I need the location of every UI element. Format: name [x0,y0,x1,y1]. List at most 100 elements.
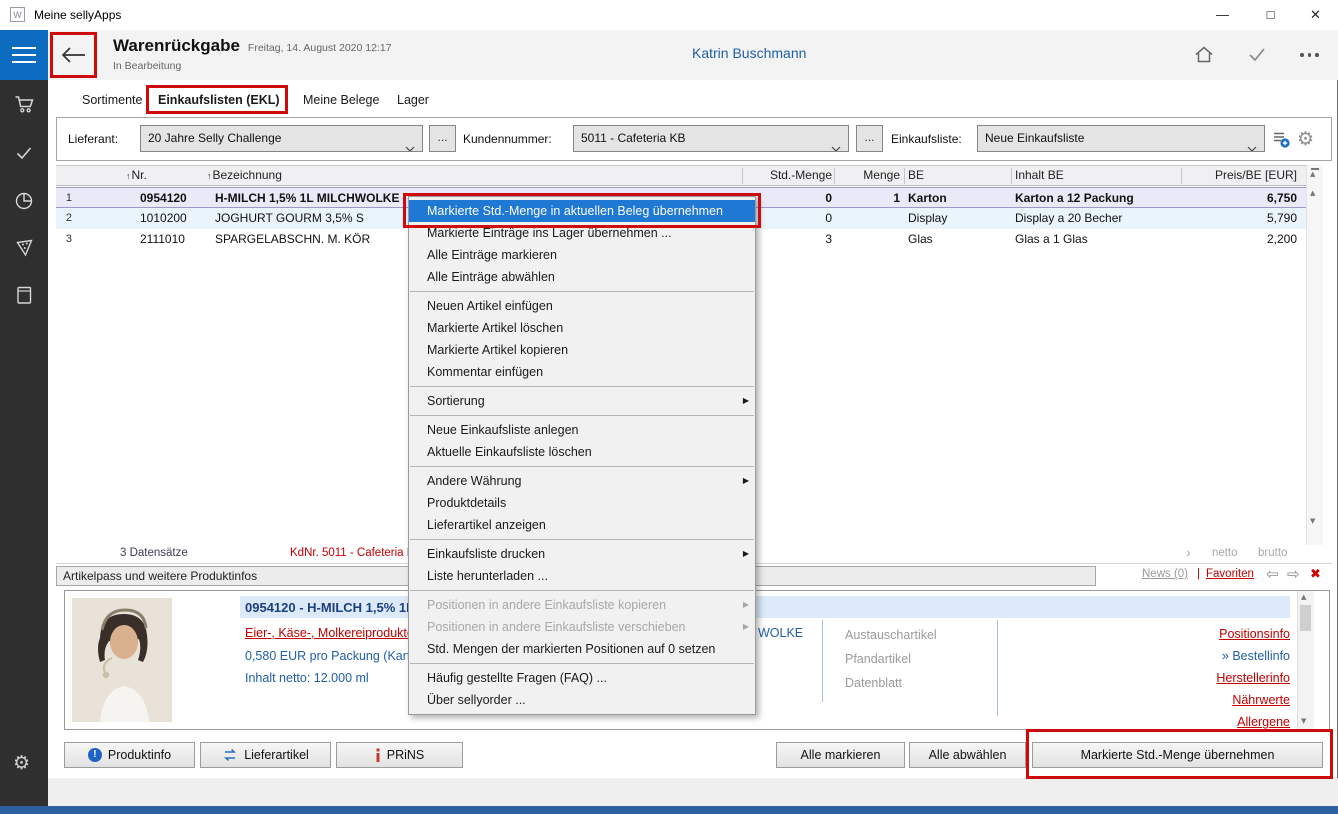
einkaufsliste-dropdown[interactable]: Neue Einkaufsliste [977,125,1265,152]
home-button[interactable] [1192,42,1216,71]
alle-abwaehlen-button[interactable]: Alle abwählen [909,742,1026,768]
close-panel-icon[interactable]: ✖ [1310,567,1321,582]
menu-item[interactable]: Markierte Artikel löschen [409,317,755,339]
menu-item[interactable]: Einkaufsliste drucken▶ [409,543,755,565]
menu-item[interactable]: Über sellyorder ... [409,689,755,711]
menu-item[interactable]: Alle Einträge markieren [409,244,755,266]
menu-item[interactable]: Neue Einkaufsliste anlegen [409,419,755,441]
book-icon [13,284,35,306]
category-link[interactable]: Eier-, Käse-, Molkereiprodukte [245,626,414,640]
menu-item[interactable]: Liste herunterladen ... [409,565,755,587]
kundennummer-dropdown[interactable]: 5011 - Cafeteria KB [573,125,849,152]
favoriten-link[interactable]: Favoriten [1206,568,1254,580]
list-settings-button[interactable]: ⚙ [1297,128,1314,150]
kundennummer-more-button[interactable]: ... [856,125,883,152]
menu-item[interactable]: Positionen in andere Einkaufsliste versc… [409,616,755,638]
sidebar-item-catalog[interactable] [13,284,35,311]
netto-toggle[interactable]: netto [1212,547,1238,559]
new-list-button[interactable] [1271,129,1291,154]
sidebar-settings-button[interactable]: ⚙ [13,752,30,774]
tab-lager[interactable]: Lager [397,93,429,107]
menu-item[interactable]: Markierte Std.-Menge in aktuellen Beleg … [409,200,755,222]
menu-item[interactable]: Markierte Einträge ins Lager übernehmen … [409,222,755,244]
hscroll-right-icon[interactable]: › [1186,544,1191,560]
table-scrollbar[interactable]: ▲ ▲ ▼ [1306,165,1323,545]
prins-button[interactable]: PRiNS [336,742,463,768]
product-tab-link[interactable]: Austauschartikel [845,623,937,647]
prins-info-icon [375,748,381,762]
menu-item[interactable]: Lieferartikel anzeigen [409,514,755,536]
check-icon [1246,44,1268,64]
divider [997,620,998,716]
uebernehmen-button[interactable]: Markierte Std.-Menge übernehmen [1032,742,1323,768]
sidebar-item-statistics[interactable] [13,189,35,216]
menu-item[interactable]: Neuen Artikel einfügen [409,295,755,317]
back-button[interactable] [58,44,88,71]
column-header-menge[interactable]: Menge [836,168,900,182]
more-options-button[interactable] [1300,53,1319,57]
column-header-bezeichnung[interactable]: ↑Bezeichnung [207,168,282,182]
sidebar-item-cart[interactable] [13,93,35,120]
table-cell-preis: 5,790 [1186,208,1297,229]
column-header-be[interactable]: BE [908,168,924,182]
tab-einkaufslisten[interactable]: Einkaufslisten (EKL) [158,93,280,107]
tab-meine-belege[interactable]: Meine Belege [303,93,379,107]
product-info-link[interactable]: Herstellerinfo [1040,667,1290,689]
product-content: Inhalt netto: 12.000 ml [245,671,369,685]
column-header-preis[interactable]: Preis/BE [EUR] [1186,168,1297,182]
lieferant-label: Lieferant: [68,132,118,146]
sidebar: ⚙ [0,80,48,806]
context-menu: Markierte Std.-Menge in aktuellen Beleg … [408,196,756,715]
submenu-arrow-icon: ▶ [743,390,749,412]
tab-sortimente[interactable]: Sortimente [82,93,142,107]
user-name[interactable]: Katrin Buschmann [692,45,806,61]
product-info-link[interactable]: Nährwerte [1040,689,1290,711]
menu-item[interactable]: Aktuelle Einkaufsliste löschen [409,441,755,463]
menu-item[interactable]: Sortierung▶ [409,390,755,412]
prev-arrow-icon[interactable]: ⇦ [1266,565,1279,583]
column-header-nr[interactable]: ↑Nr. [126,168,147,182]
menu-item[interactable]: Markierte Artikel kopieren [409,339,755,361]
product-info-link[interactable]: » Bestellinfo [1040,645,1290,667]
lieferant-dropdown[interactable]: 20 Jahre Selly Challenge [140,125,423,152]
table-cell-num: 3 [56,229,72,250]
confirm-button[interactable] [1246,44,1268,69]
maximize-button[interactable]: □ [1248,0,1293,30]
chevron-down-icon [1247,136,1257,152]
column-header-inhalt-be[interactable]: Inhalt BE [1015,168,1064,182]
hamburger-menu-button[interactable] [0,30,48,80]
menu-item[interactable]: Positionen in andere Einkaufsliste kopie… [409,594,755,616]
column-header-std-menge[interactable]: Std.-Menge [746,168,832,182]
minimize-button[interactable]: — [1200,0,1245,30]
produktinfo-button[interactable]: ! Produktinfo [64,742,195,768]
close-button[interactable]: ✕ [1293,0,1338,30]
next-arrow-icon[interactable]: ⇨ [1287,565,1300,583]
kundennummer-label: Kundennummer: [463,132,552,146]
table-cell-be: Karton [908,188,1008,209]
lieferant-more-button[interactable]: ... [429,125,456,152]
sidebar-item-tasks[interactable] [13,142,35,169]
menu-item[interactable]: Häufig gestellte Fragen (FAQ) ... [409,667,755,689]
menu-item[interactable]: Andere Währung▶ [409,470,755,492]
product-info-link[interactable]: Positionsinfo [1040,623,1290,645]
alle-markieren-button[interactable]: Alle markieren [776,742,905,768]
scroll-up-icon: ▲ [1310,189,1315,197]
gear-icon: ⚙ [1297,128,1314,150]
brutto-toggle[interactable]: brutto [1258,547,1287,559]
news-link[interactable]: News (0) [1142,568,1188,580]
submenu-arrow-icon: ▶ [743,543,749,565]
app-icon: W [10,7,25,22]
scroll-thumb[interactable] [1300,605,1311,631]
record-count: 3 Datensätze [120,547,188,559]
menu-item[interactable]: Alle Einträge abwählen [409,266,755,288]
menu-item[interactable]: Std. Mengen der markierten Positionen au… [409,638,755,660]
lieferartikel-button[interactable]: Lieferartikel [200,742,331,768]
product-info-link[interactable]: Allergene [1040,711,1290,733]
product-tab-link[interactable]: Datenblatt [845,671,937,695]
table-cell-num: 2 [56,208,72,229]
sidebar-item-food[interactable] [13,236,35,263]
panel-scrollbar[interactable]: ▲ ▼ [1297,591,1314,729]
menu-item[interactable]: Kommentar einfügen [409,361,755,383]
product-tab-link[interactable]: Pfandartikel [845,647,937,671]
menu-item[interactable]: Produktdetails [409,492,755,514]
